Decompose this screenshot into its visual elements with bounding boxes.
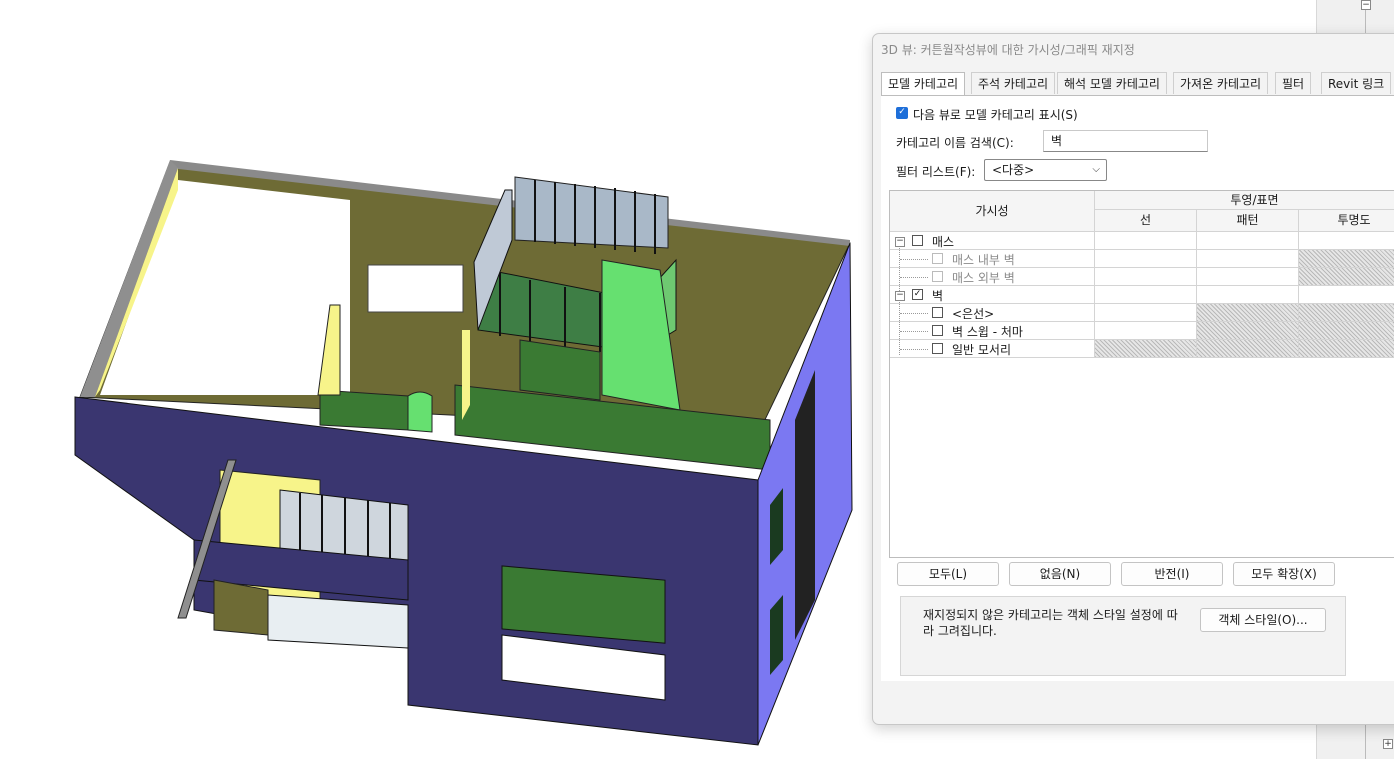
grid-row-wall-sweep-cornice[interactable]: 벽 스윕 - 처마 [890,322,1394,340]
tab-revit-links[interactable]: Revit 링크 [1321,72,1392,94]
transparency-cell-disabled [1299,268,1394,286]
hidden-lines-checkbox[interactable] [932,307,943,318]
header-visibility[interactable]: 가시성 [890,191,1095,232]
lines-cell[interactable] [1095,232,1197,250]
tree-guide [900,349,928,350]
check-none-button[interactable]: 없음(N) [1009,562,1111,586]
expand-all-button[interactable]: 모두 확장(X) [1233,562,1335,586]
green-wall-left [319,389,409,431]
tab-analytical-model-categories[interactable]: 해석 모델 카테고리 [1057,72,1167,94]
tab-model-categories[interactable]: 모델 카테고리 [881,72,966,96]
minus-icon: − [1362,0,1370,10]
tree-guide [900,313,928,314]
minus-icon: − [896,290,904,300]
transparency-cell[interactable] [1299,232,1394,250]
header-lines[interactable]: 선 [1095,210,1197,232]
tree-guide [900,277,928,278]
patterns-cell[interactable] [1197,250,1299,268]
tree-guide [900,259,928,260]
tab-filters[interactable]: 필터 [1275,72,1312,94]
patterns-cell[interactable] [1197,268,1299,286]
row-label: 매스 내부 벽 [952,253,1015,267]
row-label: 일반 모서리 [952,343,1012,357]
header-transparency[interactable]: 투명도 [1299,210,1394,232]
lines-cell[interactable] [1095,250,1197,268]
filter-list-value: <다중> [992,163,1035,177]
curved-wall [407,391,433,433]
back-window [367,264,464,313]
search-label: 카테고리 이름 검색(C): [896,136,1014,150]
row-label: 매스 외부 벽 [952,271,1015,285]
check-all-button[interactable]: 모두(L) [897,562,999,586]
lines-cell[interactable] [1095,268,1197,286]
grid-row-common-edges[interactable]: 일반 모서리 [890,340,1394,358]
row-label: <은선> [952,307,995,321]
category-search-input[interactable]: 벽 [1043,130,1208,152]
filter-list-label: 필터 리스트(F): [896,165,976,179]
chevron-down-icon: ⌵ [1092,164,1100,175]
filter-list-dropdown[interactable]: <다중> ⌵ [984,159,1107,181]
visibility-graphics-dialog: 3D 뷰: 커튼월작성뷰에 대한 가시성/그래픽 재지정 모델 카테고리 주석 … [872,33,1394,725]
patterns-cell[interactable] [1197,232,1299,250]
checkmark-icon: ✓ [913,289,922,299]
walls-checkbox[interactable]: ✓ [912,289,923,300]
grid-row-mass-interior-wall[interactable]: 매스 내부 벽 [890,250,1394,268]
checkmark-icon: ✓ [898,107,906,117]
yellow-wall-mid [462,330,470,420]
lines-cell-disabled [1095,340,1197,358]
tree-guide [900,331,928,332]
show-model-categories-checkbox[interactable]: ✓ [896,107,908,119]
grid-row-walls[interactable]: − ✓ 벽 [890,286,1394,304]
mass-interior-wall-checkbox[interactable] [932,253,943,264]
categories-grid[interactable]: 가시성 투영/표면 선 패턴 투명도 − 매스 매스 내부 벽 매스 외부 벽 … [889,190,1394,558]
lines-cell[interactable] [1095,304,1197,322]
header-projection-surface: 투영/표면 [1095,191,1394,210]
transparency-cell-disabled [1299,250,1394,268]
patterns-cell[interactable] [1197,286,1299,304]
plus-icon: + [1384,739,1392,749]
transparency-cell-disabled [1299,340,1394,358]
row-label: 매스 [932,235,955,249]
dialog-title: 3D 뷰: 커튼월작성뷰에 대한 가시성/그래픽 재지정 [881,43,1135,57]
patterns-cell-disabled [1197,322,1299,340]
object-styles-button[interactable]: 객체 스타일(O)... [1200,608,1326,632]
grid-row-hidden-lines[interactable]: <은선> [890,304,1394,322]
grid-row-mass-exterior-wall[interactable]: 매스 외부 벽 [890,268,1394,286]
invert-button[interactable]: 반전(I) [1121,562,1223,586]
collapse-walls-icon[interactable]: − [895,291,905,301]
show-model-categories-label: 다음 뷰로 모델 카테고리 표시(S) [913,108,1078,122]
transparency-cell-disabled [1299,304,1394,322]
tree-expand-icon[interactable]: + [1383,739,1393,749]
lines-cell[interactable] [1095,286,1197,304]
tree-collapse-icon[interactable]: − [1361,0,1371,10]
lower-olive-wall [213,579,269,636]
row-label: 벽 스윕 - 처마 [952,325,1023,339]
curtain-wall-back [514,176,669,249]
wall-sweep-cornice-checkbox[interactable] [932,325,943,336]
transparency-cell-disabled [1299,322,1394,340]
patterns-cell-disabled [1197,304,1299,322]
object-styles-note: 재지정되지 않은 카테고리는 객체 스타일 설정에 따라 그려집니다. [923,608,1178,638]
header-patterns[interactable]: 패턴 [1197,210,1299,232]
row-label: 벽 [932,289,944,303]
minus-icon: − [896,236,904,246]
tab-annotation-categories[interactable]: 주석 카테고리 [971,72,1056,94]
transparency-cell[interactable] [1299,286,1394,304]
collapse-mass-icon[interactable]: − [895,237,905,247]
patterns-cell-disabled [1197,340,1299,358]
tab-bar: 모델 카테고리 주석 카테고리 해석 모델 카테고리 가져온 카테고리 필터 R… [881,72,1394,96]
mass-exterior-wall-checkbox[interactable] [932,271,943,282]
common-edges-checkbox[interactable] [932,343,943,354]
mass-checkbox[interactable] [912,235,923,246]
grid-row-mass[interactable]: − 매스 [890,232,1394,250]
lines-cell[interactable] [1095,322,1197,340]
tab-imported-categories[interactable]: 가져온 카테고리 [1173,72,1269,94]
object-styles-group: 재지정되지 않은 카테고리는 객체 스타일 설정에 따라 그려집니다. 객체 스… [900,596,1346,676]
